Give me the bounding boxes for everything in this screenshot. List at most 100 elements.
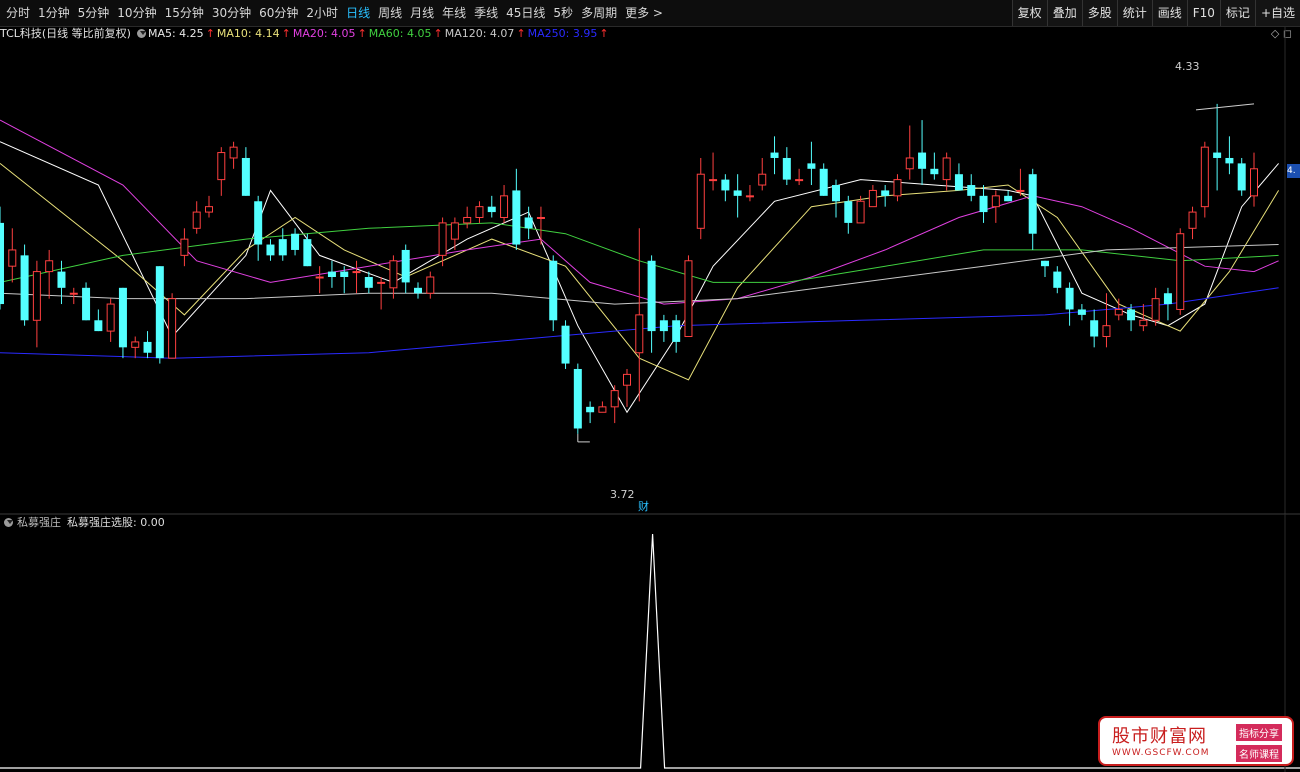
candle-body-up	[352, 271, 361, 274]
candle-body-down	[967, 185, 976, 196]
candle-body-down	[241, 157, 250, 196]
candle-body-up	[745, 195, 754, 198]
candle-body-up	[610, 390, 619, 408]
candlestick-chart[interactable]	[0, 26, 1300, 516]
candle-body-down	[57, 271, 66, 288]
finance-badge[interactable]: 财	[638, 498, 649, 514]
toolbar-button[interactable]: +自选	[1254, 0, 1300, 26]
candle-body-down	[918, 152, 927, 169]
period-tab[interactable]: 5秒	[549, 0, 577, 26]
period-tab[interactable]: 1分钟	[34, 0, 74, 26]
candle-body-down	[524, 217, 533, 229]
candle-body-down	[254, 201, 263, 245]
candle-body-up	[168, 298, 177, 359]
period-tab[interactable]: 5分钟	[74, 0, 114, 26]
candle-body-up	[217, 152, 226, 181]
watermark-logo: 股市财富网 WWW.GSCFW.COM 指标分享 名师课程	[1098, 716, 1294, 766]
watermark-tag-course: 名师课程	[1236, 745, 1282, 762]
candle-body-up	[8, 249, 17, 267]
candle-body-down	[844, 201, 853, 223]
candle-body-up	[389, 260, 398, 289]
candle-body-down	[266, 244, 275, 256]
period-tab[interactable]: 月线	[406, 0, 438, 26]
candle-body-up	[709, 179, 718, 182]
candle-body-up	[45, 260, 54, 273]
candle-body-down	[1127, 309, 1136, 321]
period-tab[interactable]: 60分钟	[255, 0, 302, 26]
toolbar-button[interactable]: 叠加	[1046, 0, 1082, 26]
candle-body-down	[1028, 174, 1037, 234]
toolbar-button[interactable]: 复权	[1011, 0, 1047, 26]
candle-body-up	[475, 206, 484, 218]
candle-body-down	[94, 320, 103, 332]
candle-body-up	[192, 211, 201, 229]
watermark-tag-share: 指标分享	[1236, 724, 1282, 741]
candle-body-up	[69, 292, 78, 295]
candle-body-up	[758, 173, 767, 186]
candle-body-up	[598, 406, 607, 413]
candle-body-down	[414, 287, 422, 294]
candle-body-up	[684, 260, 693, 338]
toolbar-button[interactable]: 画线	[1151, 0, 1187, 26]
period-tab[interactable]: 周线	[374, 0, 406, 26]
period-tab[interactable]: 更多 >	[621, 0, 667, 26]
high-price-label: 4.33	[1175, 60, 1200, 73]
candle-body-down	[291, 233, 300, 250]
candle-body-down	[979, 195, 988, 213]
candle-body-down	[143, 341, 152, 353]
candle-body-down	[930, 168, 939, 175]
period-tab[interactable]: 45日线	[502, 0, 549, 26]
candle-body-up	[1114, 308, 1123, 316]
candle-body-down	[401, 249, 410, 283]
candle-body-down	[1077, 309, 1086, 315]
period-tab[interactable]: 季线	[470, 0, 502, 26]
candle-body-down	[1041, 260, 1049, 267]
period-toolbar: 分时 1分钟 5分钟 10分钟 15分钟 30分钟 60分钟 2小时 日线 周线 月线 年线 季线 45日…	[0, 0, 1300, 27]
candle-body-down	[1163, 293, 1172, 305]
candle-body-up	[868, 189, 877, 208]
candle-body-up	[1176, 233, 1185, 310]
candle-body-down	[721, 179, 730, 191]
period-tab[interactable]: 10分钟	[113, 0, 160, 26]
period-tab[interactable]: 年线	[438, 0, 470, 26]
candle-body-up	[438, 222, 447, 256]
candle-body-up	[229, 146, 238, 159]
low-price-label: 3.72	[610, 488, 635, 501]
candle-body-down	[549, 260, 558, 321]
candle-body-up	[991, 195, 1000, 208]
period-tab[interactable]: 15分钟	[161, 0, 208, 26]
candle-body-up	[1250, 168, 1258, 197]
candle-body-down	[1090, 320, 1099, 337]
candle-body-down	[487, 206, 496, 213]
candle-body-up	[106, 303, 115, 332]
candle-body-up	[795, 179, 804, 182]
candle-body-down	[782, 157, 791, 180]
period-tab[interactable]: 多周期	[577, 0, 621, 26]
candle-body-down	[155, 266, 164, 359]
toolbar-button[interactable]: 标记	[1219, 0, 1255, 26]
period-tabs: 分时 1分钟 5分钟 10分钟 15分钟 30分钟 60分钟 2小时 日线 周线 月线 年线 季线 45日…	[2, 0, 667, 26]
candle-body-up	[426, 276, 435, 294]
candle-body-up	[536, 216, 545, 219]
candle-body-up	[205, 206, 213, 213]
period-tab[interactable]: 2小时	[302, 0, 342, 26]
toolbar-button[interactable]: F10	[1186, 0, 1220, 26]
candle-body-down	[573, 368, 582, 429]
candle-body-up	[942, 157, 951, 181]
candle-body-up	[32, 271, 41, 321]
candle-body-up	[500, 195, 509, 218]
period-tab[interactable]: 30分钟	[208, 0, 255, 26]
toolbar-button[interactable]: 多股	[1081, 0, 1117, 26]
candle-body-down	[340, 271, 349, 277]
candle-body-down	[1213, 152, 1222, 158]
period-tab[interactable]: 日线	[342, 0, 374, 26]
candle-body-down	[1225, 157, 1234, 164]
candle-body-down	[954, 174, 963, 191]
candle-body-down	[733, 190, 742, 196]
period-tab[interactable]: 分时	[2, 0, 34, 26]
toolbar-button[interactable]: 统计	[1116, 0, 1152, 26]
candle-body-down	[1053, 271, 1062, 288]
candle-body-down	[881, 190, 890, 196]
candle-body-up	[1200, 146, 1209, 208]
candle-body-up	[1188, 211, 1197, 229]
